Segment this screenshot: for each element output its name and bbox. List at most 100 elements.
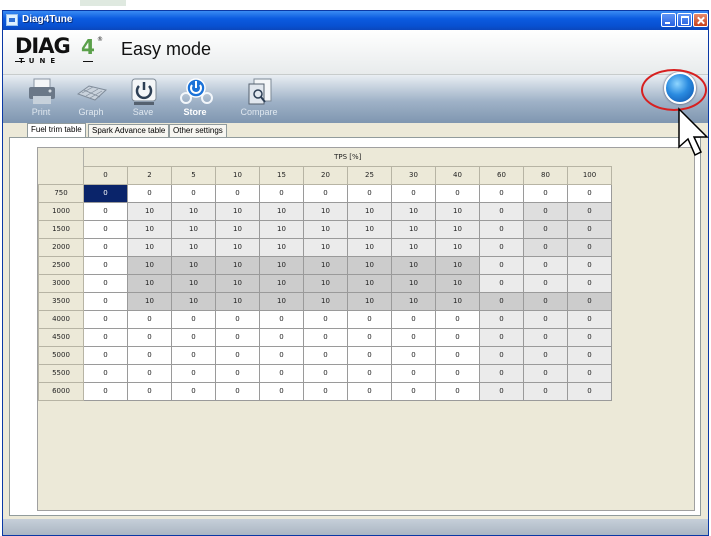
table-cell[interactable]: 10 bbox=[171, 219, 216, 239]
table-cell[interactable]: 10 bbox=[259, 237, 304, 257]
tab-spark-advance-table[interactable]: Spark Advance table bbox=[88, 124, 170, 137]
table-cell[interactable]: 0 bbox=[83, 291, 128, 311]
print-button[interactable]: Print bbox=[15, 77, 67, 121]
table-cell[interactable]: 10 bbox=[347, 219, 392, 239]
table-cell[interactable]: 0 bbox=[127, 327, 172, 347]
table-cell[interactable]: 0 bbox=[567, 201, 612, 221]
table-cell[interactable]: 10 bbox=[171, 201, 216, 221]
table-cell[interactable]: 0 bbox=[171, 183, 216, 203]
table-cell[interactable]: 0 bbox=[479, 363, 524, 383]
table-cell[interactable]: 10 bbox=[303, 273, 348, 293]
table-cell[interactable]: 10 bbox=[127, 291, 172, 311]
table-cell[interactable]: 0 bbox=[83, 273, 128, 293]
table-cell[interactable]: 10 bbox=[435, 237, 480, 257]
table-cell[interactable]: 0 bbox=[127, 345, 172, 365]
table-cell[interactable]: 0 bbox=[259, 363, 304, 383]
table-cell[interactable]: 0 bbox=[523, 363, 568, 383]
table-cell[interactable]: 0 bbox=[259, 309, 304, 329]
table-cell[interactable]: 0 bbox=[259, 345, 304, 365]
table-cell[interactable]: 0 bbox=[435, 327, 480, 347]
table-cell[interactable]: 10 bbox=[259, 291, 304, 311]
table-cell[interactable]: 0 bbox=[567, 291, 612, 311]
table-cell[interactable]: 0 bbox=[171, 381, 216, 401]
table-cell[interactable]: 10 bbox=[171, 237, 216, 257]
table-cell[interactable]: 0 bbox=[567, 255, 612, 275]
table-cell[interactable]: 0 bbox=[347, 309, 392, 329]
table-cell[interactable]: 10 bbox=[347, 255, 392, 275]
table-cell[interactable]: 0 bbox=[479, 309, 524, 329]
compare-button[interactable]: Compare bbox=[233, 77, 285, 121]
table-cell[interactable]: 10 bbox=[391, 237, 436, 257]
table-cell[interactable]: 10 bbox=[259, 219, 304, 239]
table-cell[interactable]: 10 bbox=[435, 291, 480, 311]
table-cell[interactable]: 0 bbox=[83, 309, 128, 329]
table-cell[interactable]: 0 bbox=[479, 381, 524, 401]
table-cell[interactable]: 0 bbox=[127, 309, 172, 329]
table-cell[interactable]: 0 bbox=[171, 345, 216, 365]
table-cell[interactable]: 0 bbox=[479, 273, 524, 293]
table-cell[interactable]: 10 bbox=[259, 255, 304, 275]
table-cell[interactable]: 0 bbox=[83, 345, 128, 365]
table-cell[interactable]: 0 bbox=[523, 273, 568, 293]
tab-other-settings[interactable]: Other settings bbox=[169, 124, 227, 137]
table-cell[interactable]: 0 bbox=[83, 219, 128, 239]
table-cell[interactable]: 0 bbox=[391, 381, 436, 401]
table-cell[interactable]: 0 bbox=[391, 309, 436, 329]
table-cell[interactable]: 10 bbox=[215, 219, 260, 239]
table-cell[interactable]: 0 bbox=[523, 183, 568, 203]
table-cell[interactable]: 0 bbox=[479, 345, 524, 365]
table-cell[interactable]: 0 bbox=[567, 345, 612, 365]
table-cell[interactable]: 0 bbox=[303, 309, 348, 329]
table-cell[interactable]: 0 bbox=[391, 345, 436, 365]
table-cell[interactable]: 0 bbox=[567, 327, 612, 347]
table-cell[interactable]: 0 bbox=[259, 381, 304, 401]
table-cell[interactable]: 0 bbox=[215, 345, 260, 365]
table-cell[interactable]: 0 bbox=[567, 309, 612, 329]
table-cell[interactable]: 0 bbox=[303, 183, 348, 203]
table-cell[interactable]: 10 bbox=[303, 201, 348, 221]
table-cell[interactable]: 0 bbox=[567, 273, 612, 293]
table-cell[interactable]: 10 bbox=[171, 291, 216, 311]
table-cell[interactable]: 0 bbox=[347, 381, 392, 401]
table-cell[interactable]: 0 bbox=[347, 363, 392, 383]
table-cell[interactable]: 0 bbox=[83, 363, 128, 383]
table-cell[interactable]: 0 bbox=[303, 327, 348, 347]
table-cell[interactable]: 0 bbox=[567, 183, 612, 203]
table-cell[interactable]: 10 bbox=[391, 291, 436, 311]
table-cell[interactable]: 0 bbox=[523, 219, 568, 239]
table-cell[interactable]: 0 bbox=[347, 327, 392, 347]
table-cell[interactable]: 0 bbox=[303, 363, 348, 383]
table-cell[interactable]: 10 bbox=[347, 273, 392, 293]
table-cell[interactable]: 0 bbox=[83, 237, 128, 257]
table-cell[interactable]: 0 bbox=[171, 327, 216, 347]
table-cell[interactable]: 0 bbox=[567, 381, 612, 401]
table-cell[interactable]: 10 bbox=[215, 255, 260, 275]
table-cell[interactable]: 0 bbox=[479, 201, 524, 221]
table-cell[interactable]: 10 bbox=[127, 219, 172, 239]
table-cell[interactable]: 10 bbox=[303, 291, 348, 311]
table-cell[interactable]: 10 bbox=[259, 273, 304, 293]
table-cell[interactable]: 0 bbox=[127, 381, 172, 401]
table-cell[interactable]: 10 bbox=[303, 255, 348, 275]
table-cell[interactable]: 0 bbox=[479, 183, 524, 203]
table-cell[interactable]: 0 bbox=[435, 381, 480, 401]
table-cell[interactable]: 0 bbox=[479, 327, 524, 347]
table-cell[interactable]: 0 bbox=[215, 183, 260, 203]
table-cell[interactable]: 0 bbox=[567, 237, 612, 257]
table-cell[interactable]: 10 bbox=[215, 291, 260, 311]
table-cell[interactable]: 0 bbox=[347, 345, 392, 365]
store-button[interactable]: Store bbox=[169, 77, 221, 121]
table-cell[interactable]: 10 bbox=[215, 273, 260, 293]
table-cell[interactable]: 0 bbox=[259, 327, 304, 347]
table-cell[interactable]: 10 bbox=[391, 273, 436, 293]
table-cell[interactable]: 10 bbox=[127, 255, 172, 275]
close-button[interactable] bbox=[693, 13, 708, 27]
table-cell[interactable]: 0 bbox=[83, 327, 128, 347]
table-cell[interactable]: 10 bbox=[171, 273, 216, 293]
table-cell[interactable]: 10 bbox=[435, 255, 480, 275]
table-cell[interactable]: 0 bbox=[523, 291, 568, 311]
table-cell[interactable]: 0 bbox=[479, 237, 524, 257]
table-cell[interactable]: 10 bbox=[215, 237, 260, 257]
table-cell[interactable]: 10 bbox=[435, 201, 480, 221]
table-cell[interactable]: 0 bbox=[303, 381, 348, 401]
